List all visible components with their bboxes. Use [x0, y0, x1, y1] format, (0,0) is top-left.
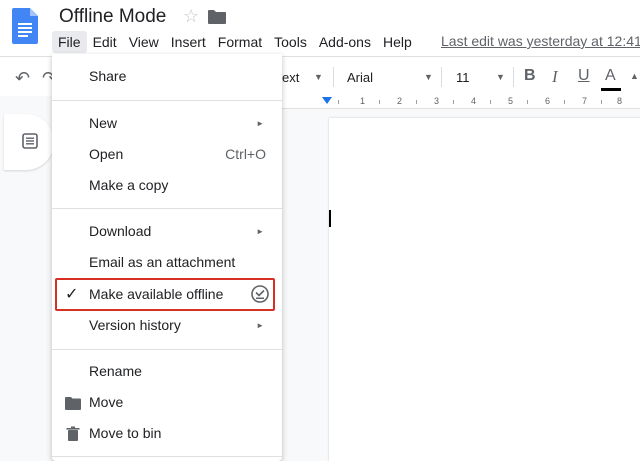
menu-item-label: Make a copy [89, 177, 169, 193]
menu-item-label: Share [89, 68, 127, 84]
ruler-label: 8 [617, 96, 623, 106]
style-dropdown-icon[interactable]: ▼ [314, 72, 323, 82]
menu-divider [52, 349, 282, 350]
submenu-arrow-icon: ► [256, 119, 264, 128]
menu-help[interactable]: Help [377, 31, 418, 53]
menu-item-label: Rename [89, 363, 142, 379]
ruler-tick [379, 100, 380, 104]
ruler-label: 7 [582, 96, 588, 106]
menu-item-rename[interactable]: Rename [52, 357, 282, 385]
menu-addons[interactable]: Add-ons [313, 31, 377, 53]
menu-tools[interactable]: Tools [268, 31, 313, 53]
text-cursor [329, 210, 331, 227]
menu-file[interactable]: File [52, 31, 87, 53]
menu-divider [52, 456, 282, 457]
size-dropdown-icon[interactable]: ▼ [496, 72, 505, 82]
toolbar-divider [333, 67, 334, 87]
menu-item-label: Email as an attachment [89, 254, 236, 270]
highlight-box [55, 278, 275, 311]
ruler-tick [527, 100, 528, 104]
last-edit-link[interactable]: Last edit was yesterday at 12:41 [441, 33, 640, 49]
font-select[interactable]: Arial [347, 70, 373, 85]
toolbar-divider [513, 67, 514, 87]
ruler-label: 4 [471, 96, 477, 106]
text-color-swatch [601, 88, 621, 91]
text-color-button[interactable]: A [605, 67, 616, 85]
ruler-tick [490, 100, 491, 104]
font-size-select[interactable]: 11 [456, 70, 470, 85]
menu-item-label: Version history [89, 317, 181, 333]
ruler-tick [338, 100, 339, 104]
menu-item-shortcut: Ctrl+O [225, 146, 266, 162]
ruler-label: 6 [545, 96, 551, 106]
indent-marker-icon[interactable] [322, 97, 332, 104]
menu-format[interactable]: Format [212, 31, 268, 53]
ruler-label: 1 [360, 96, 366, 106]
submenu-arrow-icon: ► [256, 321, 264, 330]
folder-icon[interactable] [208, 10, 226, 24]
menu-bar: File Edit View Insert Format Tools Add-o… [52, 30, 418, 54]
star-icon[interactable]: ☆ [183, 7, 199, 25]
folder-icon [65, 397, 81, 410]
toolbar-divider [441, 67, 442, 87]
docs-logo-icon[interactable] [12, 8, 38, 44]
paragraph-style-select[interactable]: ext [282, 70, 299, 85]
menu-edit[interactable]: Edit [87, 31, 123, 53]
menu-item-move[interactable]: Move [52, 388, 282, 416]
file-menu: Share New ► Open Ctrl+O Make a copy Down… [52, 54, 282, 461]
menu-item-make-copy[interactable]: Make a copy [52, 171, 282, 199]
menu-item-email-attachment[interactable]: Email as an attachment [52, 248, 282, 276]
menu-item-new[interactable]: New ► [52, 109, 282, 137]
ruler-tick [453, 100, 454, 104]
document-title[interactable]: Offline Mode [59, 6, 166, 28]
menu-item-download[interactable]: Download ► [52, 217, 282, 245]
document-outline-button[interactable] [4, 114, 54, 170]
undo-icon[interactable]: ↶ [15, 68, 30, 89]
trash-icon [66, 426, 80, 441]
ruler-label: 5 [508, 96, 514, 106]
menu-item-label: Move to bin [89, 425, 162, 441]
outline-list-icon [22, 133, 38, 149]
menu-item-label: Move [89, 394, 124, 410]
ruler-tick [564, 100, 565, 104]
menu-divider [52, 100, 282, 101]
ruler[interactable]: 1 2 3 4 5 6 7 8 [282, 96, 640, 109]
highlight-dropdown-icon[interactable]: ▲ [630, 71, 639, 81]
menu-view[interactable]: View [123, 31, 165, 53]
underline-button[interactable]: U [578, 67, 590, 85]
menu-item-label: Download [89, 223, 152, 239]
menu-item-label: Open [89, 146, 124, 162]
menu-insert[interactable]: Insert [165, 31, 212, 53]
ruler-label: 2 [397, 96, 403, 106]
menu-item-share[interactable]: Share [52, 62, 282, 90]
font-dropdown-icon[interactable]: ▼ [424, 72, 433, 82]
submenu-arrow-icon: ► [256, 227, 264, 236]
ruler-tick [601, 100, 602, 104]
ruler-label: 3 [434, 96, 440, 106]
bold-button[interactable]: B [524, 67, 536, 85]
menu-item-version-history[interactable]: Version history ► [52, 311, 282, 339]
menu-item-move-to-bin[interactable]: Move to bin [52, 419, 282, 447]
menu-divider [52, 208, 282, 209]
menu-item-label: New [89, 115, 118, 131]
document-page[interactable] [329, 118, 640, 461]
menu-item-open[interactable]: Open Ctrl+O [52, 140, 282, 168]
ruler-tick [416, 100, 417, 104]
italic-button[interactable]: I [552, 67, 558, 87]
